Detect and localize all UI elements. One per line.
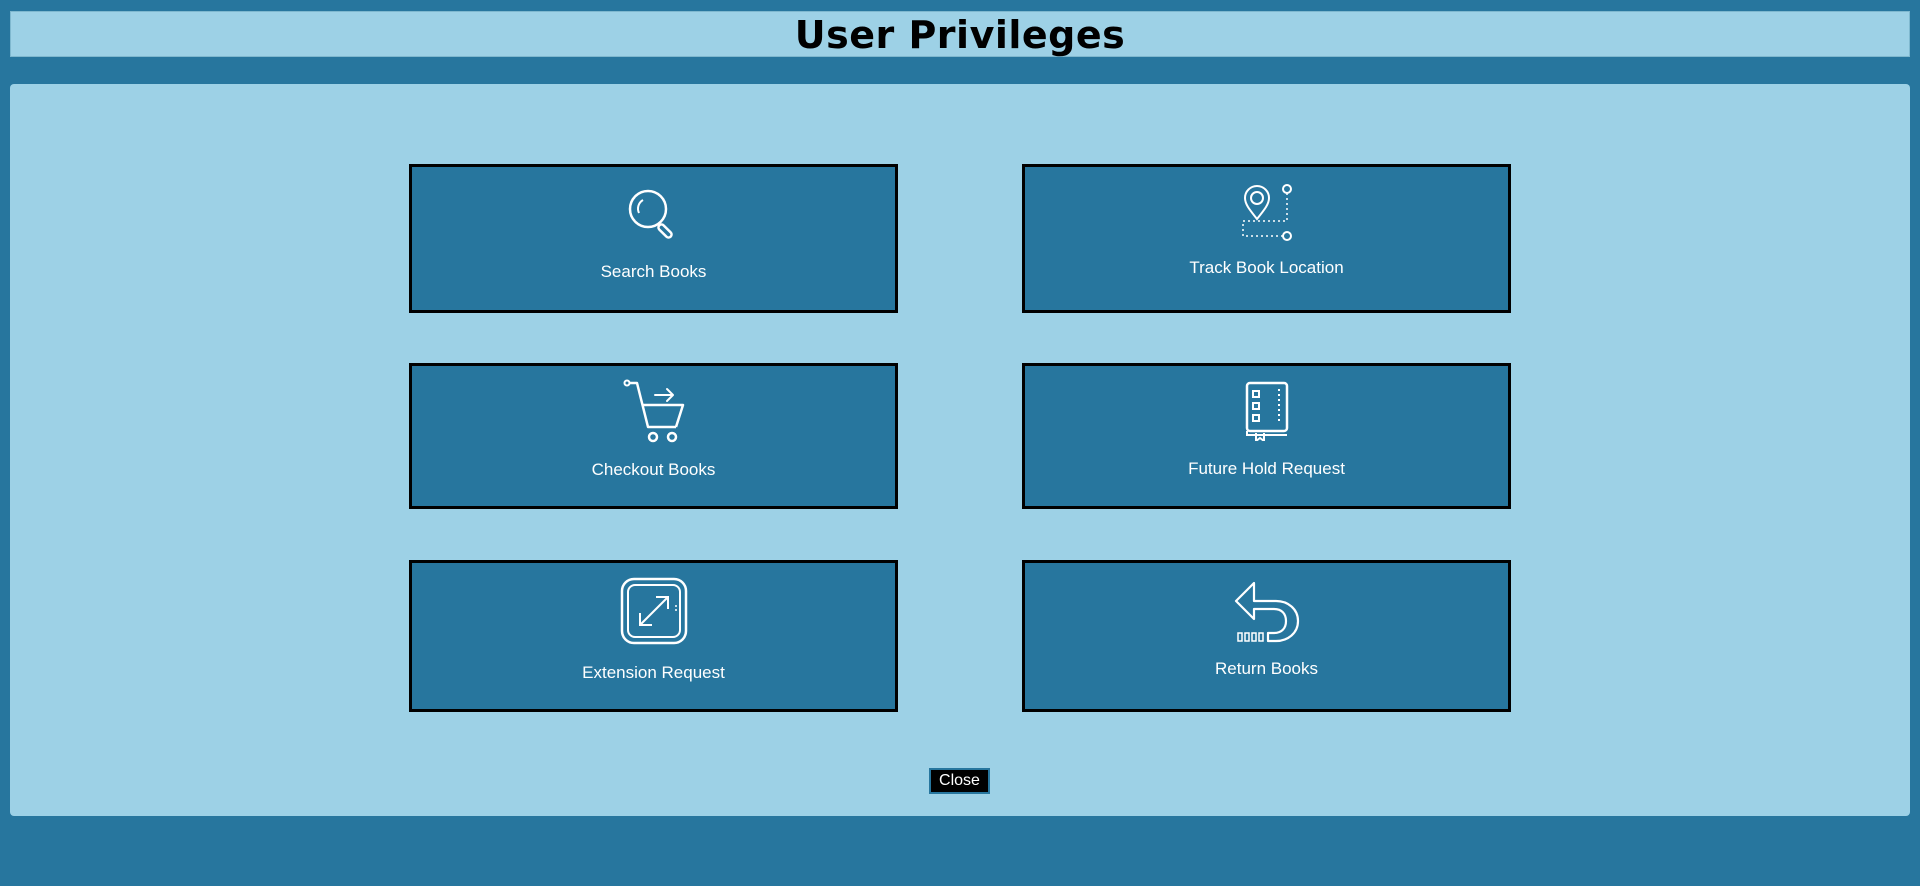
track-book-location-label: Track Book Location <box>1189 258 1344 277</box>
extension-request-label: Extension Request <box>582 663 725 682</box>
future-hold-request-button[interactable]: Future Hold Request <box>1022 363 1511 509</box>
page-title: User Privileges <box>794 13 1126 57</box>
expand-icon <box>620 577 687 645</box>
extension-request-button[interactable]: Extension Request <box>409 560 898 712</box>
close-button[interactable]: Close <box>929 768 990 794</box>
page-header: User Privileges <box>10 11 1910 57</box>
search-books-button[interactable]: Search Books <box>409 164 898 313</box>
search-books-label: Search Books <box>600 262 707 281</box>
track-book-location-button[interactable]: Track Book Location <box>1022 164 1511 313</box>
shopping-cart-icon <box>623 379 684 443</box>
return-books-label: Return Books <box>1215 659 1318 678</box>
book-icon <box>1245 381 1288 441</box>
location-pin-icon <box>1241 184 1292 241</box>
return-arrow-icon <box>1234 581 1299 643</box>
checkout-books-button[interactable]: Checkout Books <box>409 363 898 509</box>
return-books-button[interactable]: Return Books <box>1022 560 1511 712</box>
search-icon <box>628 189 673 239</box>
privileges-panel: Search Books Track Book Location Checkou… <box>10 84 1910 816</box>
checkout-books-label: Checkout Books <box>591 460 716 479</box>
future-hold-request-label: Future Hold Request <box>1188 459 1345 478</box>
